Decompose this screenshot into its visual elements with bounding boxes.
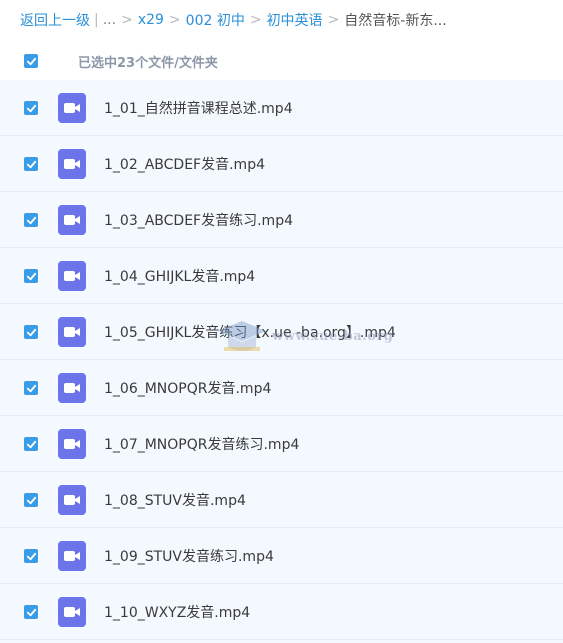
checkmark-icon [26, 57, 36, 65]
video-file-icon [58, 205, 86, 235]
video-file-icon [58, 149, 86, 179]
back-link[interactable]: 返回上一级 [20, 10, 90, 30]
file-checkbox[interactable] [24, 325, 38, 339]
video-file-icon [58, 485, 86, 515]
video-file-icon [58, 261, 86, 291]
breadcrumb-separator: > [121, 12, 133, 28]
file-row[interactable]: 1_04_GHIJKL发音.mp4 [0, 248, 563, 304]
file-name[interactable]: 1_03_ABCDEF发音练习.mp4 [104, 210, 293, 230]
checkmark-icon [26, 104, 36, 112]
file-name[interactable]: 1_01_自然拼音课程总述.mp4 [104, 98, 293, 118]
file-checkbox[interactable] [24, 213, 38, 227]
file-name[interactable]: 1_09_STUV发音练习.mp4 [104, 546, 274, 566]
file-checkbox[interactable] [24, 437, 38, 451]
file-checkbox[interactable] [24, 381, 38, 395]
video-file-icon [58, 541, 86, 571]
file-row[interactable]: 1_06_MNOPQR发音.mp4 [0, 360, 563, 416]
file-checkbox[interactable] [24, 269, 38, 283]
breadcrumb-separator: > [249, 12, 262, 28]
breadcrumb-item-x29[interactable]: x29 [138, 12, 164, 28]
file-name[interactable]: 1_07_MNOPQR发音练习.mp4 [104, 434, 299, 454]
breadcrumb-divider: | [94, 12, 99, 28]
video-file-icon [58, 93, 86, 123]
file-row[interactable]: 1_02_ABCDEF发音.mp4 [0, 136, 563, 192]
video-file-icon [58, 373, 86, 403]
checkmark-icon [26, 496, 36, 504]
checkmark-icon [26, 328, 36, 336]
checkmark-icon [26, 216, 36, 224]
checkmark-icon [26, 552, 36, 560]
checkmark-icon [26, 272, 36, 280]
file-row[interactable]: 1_07_MNOPQR发音练习.mp4 [0, 416, 563, 472]
file-name[interactable]: 1_02_ABCDEF发音.mp4 [104, 154, 265, 174]
breadcrumb-separator: > [327, 12, 340, 28]
file-list: 1_01_自然拼音课程总述.mp4 1_02_ABCDEF发音.mp4 1_03… [0, 80, 563, 643]
file-row[interactable]: 1_03_ABCDEF发音练习.mp4 [0, 192, 563, 248]
breadcrumb-current: 自然音标-新东... [344, 13, 447, 29]
file-row[interactable]: 1_08_STUV发音.mp4 [0, 472, 563, 528]
file-row[interactable]: 1_01_自然拼音课程总述.mp4 [0, 80, 563, 136]
file-row[interactable]: 1_10_WXYZ发音.mp4 [0, 584, 563, 640]
checkmark-icon [26, 384, 36, 392]
file-checkbox[interactable] [24, 157, 38, 171]
file-checkbox[interactable] [24, 605, 38, 619]
file-row[interactable]: 1_09_STUV发音练习.mp4 [0, 528, 563, 584]
checkmark-icon [26, 440, 36, 448]
video-file-icon [58, 429, 86, 459]
file-name[interactable]: 1_08_STUV发音.mp4 [104, 490, 246, 510]
breadcrumb-ellipsis[interactable]: ... [103, 12, 116, 28]
file-name[interactable]: 1_04_GHIJKL发音.mp4 [104, 266, 255, 286]
file-checkbox[interactable] [24, 549, 38, 563]
file-name[interactable]: 1_05_GHIJKL发音练习【x.ue -ba.org】.mp4 [104, 322, 396, 342]
file-row[interactable]: 1_05_GHIJKL发音练习【x.ue -ba.org】.mp4 [0, 304, 563, 360]
checkmark-icon [26, 608, 36, 616]
selection-count: 已选中23个文件/文件夹 [78, 55, 218, 71]
breadcrumb-separator: > [168, 12, 181, 28]
file-checkbox[interactable] [24, 101, 38, 115]
select-all-checkbox[interactable] [24, 54, 38, 68]
video-file-icon [58, 317, 86, 347]
file-checkbox[interactable] [24, 493, 38, 507]
breadcrumb-item-junior[interactable]: 002 初中 [186, 10, 245, 30]
breadcrumb-item-english[interactable]: 初中英语 [267, 10, 323, 30]
breadcrumb: 返回上一级 | ... > x29 > 002 初中 > 初中英语 > 自然音标… [20, 9, 560, 31]
file-name[interactable]: 1_10_WXYZ发音.mp4 [104, 602, 250, 622]
file-name[interactable]: 1_06_MNOPQR发音.mp4 [104, 378, 271, 398]
checkmark-icon [26, 160, 36, 168]
video-file-icon [58, 597, 86, 627]
selection-bar: 已选中23个文件/文件夹 [0, 44, 563, 78]
